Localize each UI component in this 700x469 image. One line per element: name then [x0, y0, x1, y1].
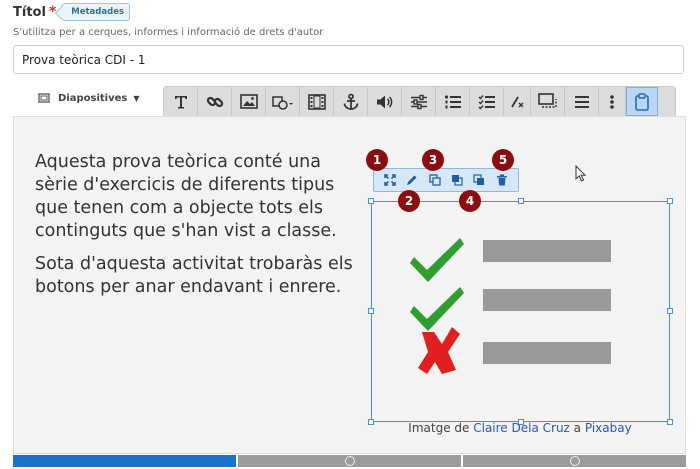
audio-icon[interactable] [368, 87, 402, 116]
resize-handle[interactable] [667, 308, 673, 314]
progress-dot-icon [344, 456, 355, 466]
delete-icon[interactable] [493, 171, 511, 189]
content-type-label: Diapositives [58, 92, 128, 104]
progress-dot-icon [569, 456, 580, 466]
ordered-list-icon[interactable] [436, 87, 470, 116]
overlay-icon[interactable] [531, 87, 565, 116]
selected-image[interactable] [368, 198, 673, 425]
paragraph-1: Aquesta prova teòrica conté una sèrie d'… [35, 152, 337, 241]
send-back-icon[interactable] [448, 171, 466, 189]
marker-2: 2 [398, 190, 420, 212]
progress-segment-2[interactable] [238, 455, 461, 467]
resize-handle[interactable] [518, 198, 524, 204]
resize-handle[interactable] [667, 198, 673, 204]
checklist-illustration [410, 238, 611, 374]
caption-joiner: a [573, 421, 582, 435]
checklist-icon[interactable] [470, 87, 504, 116]
editor-toolbar [163, 86, 676, 116]
duplicate-icon[interactable] [426, 171, 444, 189]
caption-prefix: Imatge de [408, 421, 470, 435]
title-input[interactable] [13, 45, 684, 74]
metadata-button[interactable]: Metadades [62, 3, 131, 21]
slides-icon [38, 93, 50, 103]
title-row: Títol * Metadades [13, 3, 131, 21]
clear-format-icon[interactable] [504, 87, 531, 116]
author-link[interactable]: Claire Dela Cruz [473, 421, 570, 435]
slide-progress-bar [13, 455, 686, 467]
image-icon[interactable] [232, 87, 266, 116]
slide-body-text[interactable]: Aquesta prova teòrica conté una sèrie d'… [35, 151, 365, 309]
anchor-icon[interactable] [334, 87, 368, 116]
content-type-dropdown[interactable]: Diapositives ▼ [38, 92, 140, 104]
shapes-icon[interactable] [266, 87, 300, 116]
progress-segment-1[interactable] [13, 455, 236, 467]
expand-icon[interactable] [381, 171, 399, 189]
bring-front-icon[interactable] [470, 171, 488, 189]
image-toolbar [373, 168, 519, 192]
progress-segment-3[interactable] [463, 455, 686, 467]
edit-icon[interactable] [403, 171, 421, 189]
paragraph-2: Sota d'aquesta activitat trobaràs els bo… [35, 254, 353, 297]
title-label: Títol [13, 4, 46, 20]
title-help-text: S'utilitza per a cerques, informes i inf… [13, 27, 324, 38]
mouse-cursor-icon [575, 165, 587, 182]
text-icon[interactable] [164, 87, 198, 116]
paste-icon[interactable] [626, 87, 658, 116]
slider-icon[interactable] [402, 87, 436, 116]
resize-handle[interactable] [368, 308, 374, 314]
marker-1: 1 [366, 149, 388, 171]
resize-handle[interactable] [368, 198, 374, 204]
link-icon[interactable] [198, 87, 232, 116]
image-caption: Imatge de Claire Dela Cruz a Pixabay [370, 421, 670, 435]
marker-4: 4 [459, 190, 481, 212]
more-icon[interactable] [599, 87, 626, 116]
list-icon[interactable] [565, 87, 599, 116]
marker-3: 3 [422, 149, 444, 171]
video-icon[interactable] [300, 87, 334, 116]
marker-5: 5 [492, 149, 514, 171]
pixabay-link[interactable]: Pixabay [585, 421, 632, 435]
chevron-down-icon: ▼ [133, 93, 140, 103]
